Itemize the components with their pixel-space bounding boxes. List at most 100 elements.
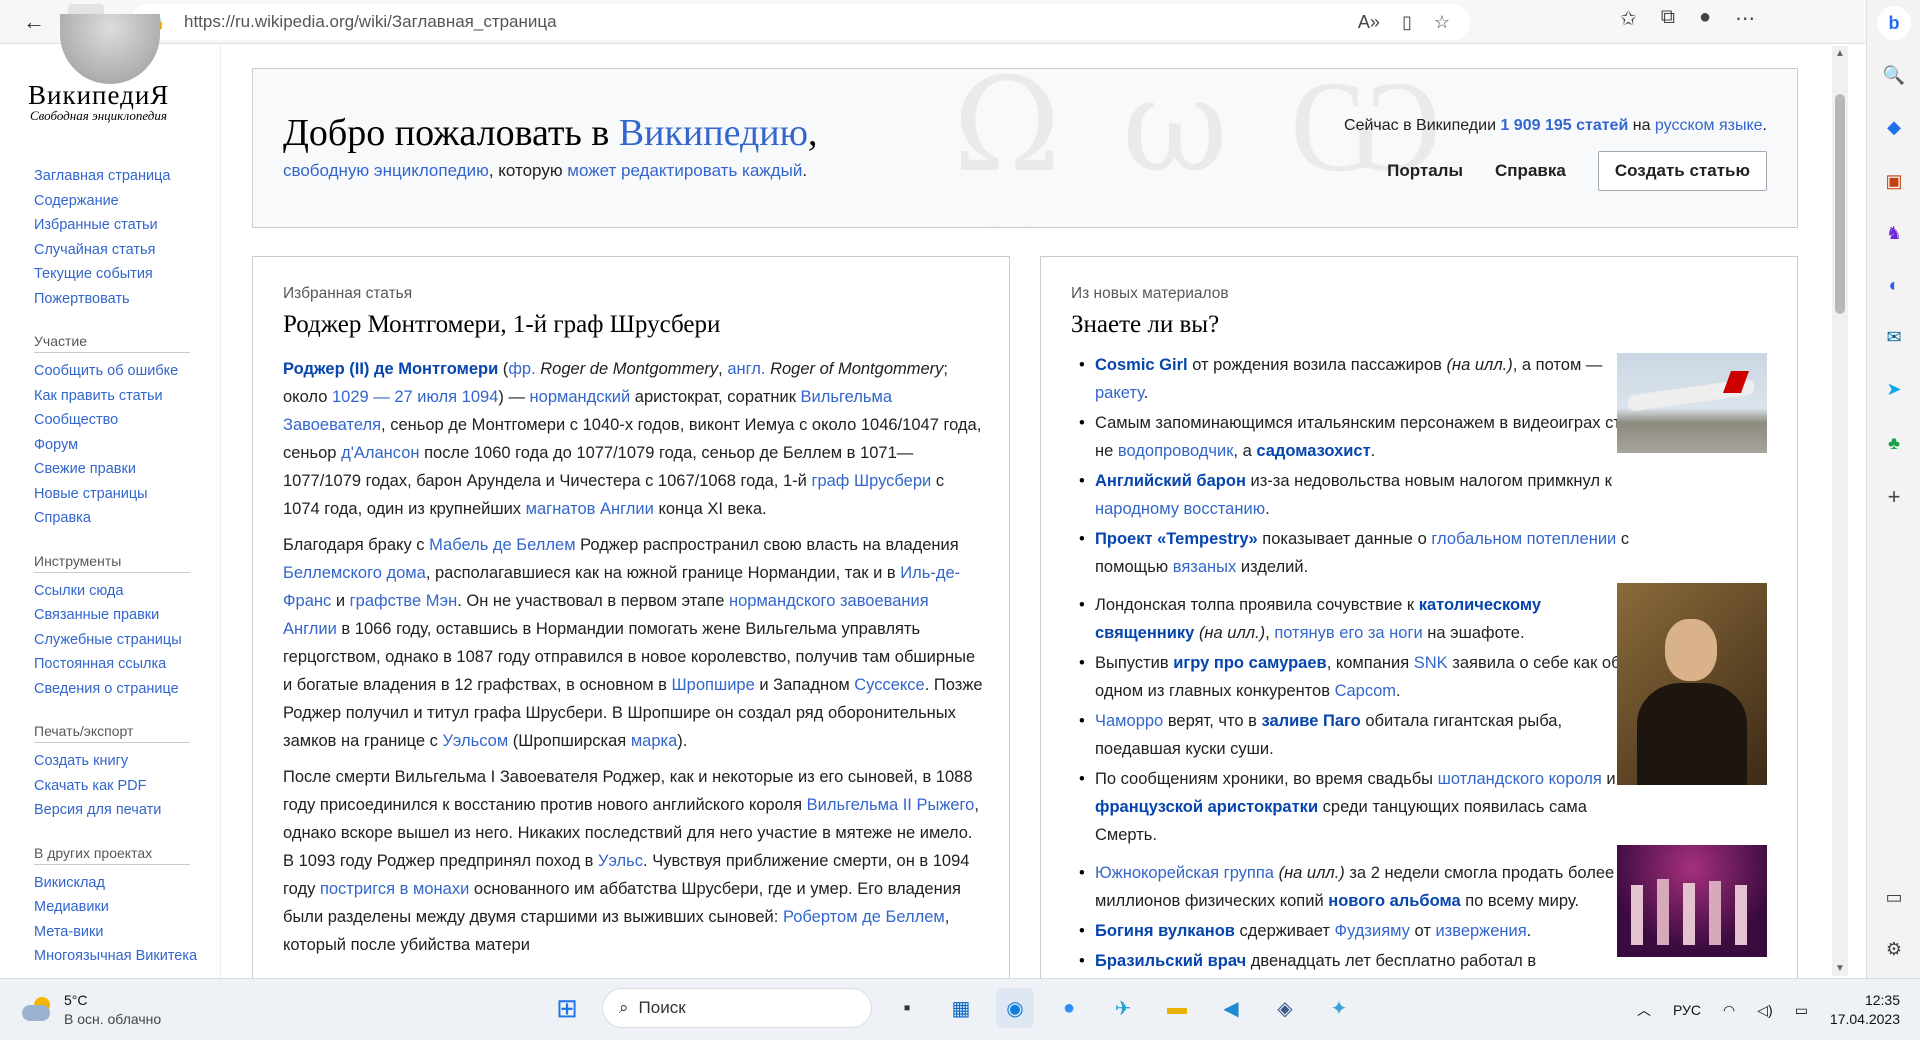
sidebar-item-create-book[interactable]: Создать книгу bbox=[34, 749, 204, 774]
file-explorer-icon[interactable]: ▬ bbox=[1158, 988, 1196, 1028]
sidebar-item-printable[interactable]: Версия для печати bbox=[34, 798, 204, 823]
create-article-button[interactable]: Создать статью bbox=[1597, 151, 1767, 191]
send-icon[interactable]: ➤ bbox=[1881, 376, 1907, 402]
add-icon[interactable]: + bbox=[1881, 484, 1907, 510]
shopping-icon[interactable]: ◆ bbox=[1881, 114, 1907, 140]
wiki-link[interactable]: граф Шрусбери bbox=[811, 472, 931, 490]
sidebar-item-community[interactable]: Сообщество bbox=[34, 408, 204, 433]
clock[interactable]: 12:35 17.04.2023 bbox=[1830, 991, 1900, 1029]
taskbar-search[interactable]: ⌕ Поиск bbox=[602, 988, 872, 1028]
games-icon[interactable]: ♞ bbox=[1881, 220, 1907, 246]
wifi-icon[interactable]: ◠ bbox=[1723, 1002, 1735, 1019]
url-text[interactable]: https://ru.wikipedia.org/wiki/Заглавная_… bbox=[184, 12, 557, 32]
airplane-image[interactable] bbox=[1617, 353, 1767, 453]
sidebar-item-special-pages[interactable]: Служебные страницы bbox=[34, 628, 204, 653]
store-icon[interactable]: ▦ bbox=[942, 988, 980, 1028]
free-encyclopedia-link[interactable]: свободную энциклопедию bbox=[283, 161, 489, 180]
article-count-link[interactable]: 1 909 195 статей bbox=[1500, 117, 1628, 134]
sidebar-item-contents[interactable]: Содержание bbox=[34, 189, 204, 214]
date-link[interactable]: 1029 — 27 июля 1094 bbox=[332, 388, 498, 406]
read-aloud-icon[interactable]: A» bbox=[1358, 12, 1380, 33]
sidebar-item-main-page[interactable]: Заглавная страница bbox=[34, 164, 204, 189]
article-link[interactable]: Роджер (II) де Монтгомери bbox=[283, 360, 498, 378]
sidebar-item-download-pdf[interactable]: Скачать как PDF bbox=[34, 774, 204, 799]
immersive-reader-icon[interactable]: ▯ bbox=[1402, 12, 1412, 33]
add-favorite-icon[interactable]: ☆ bbox=[1434, 12, 1450, 33]
wiki-link[interactable]: магнатов Англии bbox=[526, 500, 654, 518]
wiki-link[interactable]: Уэльсом bbox=[442, 732, 508, 750]
weather-widget[interactable]: 5°C В осн. облачно bbox=[20, 991, 161, 1029]
collections-icon[interactable]: ⧉ bbox=[1661, 6, 1675, 31]
wiki-link[interactable]: нормандский bbox=[530, 388, 631, 406]
sidebar-item-report-error[interactable]: Сообщить об ошибке bbox=[34, 359, 204, 384]
sidebar-item-mediawiki[interactable]: Медиавики bbox=[34, 895, 204, 920]
search-icon[interactable]: 🔍 bbox=[1881, 62, 1907, 88]
anyone-can-edit-link[interactable]: может редактировать каждый bbox=[567, 161, 802, 180]
back-icon[interactable]: ← bbox=[16, 4, 52, 40]
sidebar-item-page-info[interactable]: Сведения о странице bbox=[34, 677, 204, 702]
sidebar-item-how-to-edit[interactable]: Как править статьи bbox=[34, 384, 204, 409]
virtualbox-icon[interactable]: ◈ bbox=[1266, 988, 1304, 1028]
wiki-link[interactable]: д'Алансон bbox=[341, 444, 419, 462]
sidebar-heading-print[interactable]: Печать/экспорт bbox=[34, 719, 190, 743]
telegram-icon[interactable]: ✈ bbox=[1104, 988, 1142, 1028]
outlook-icon[interactable]: ✉ bbox=[1881, 324, 1907, 350]
scroll-up-icon[interactable]: ▲ bbox=[1835, 48, 1845, 59]
sidebar-toggle-icon[interactable]: ▭ bbox=[1881, 884, 1907, 910]
kpop-group-image[interactable] bbox=[1617, 845, 1767, 957]
priest-portrait-image[interactable] bbox=[1617, 583, 1767, 785]
welcome-wikipedia-link[interactable]: Википедию bbox=[619, 112, 808, 154]
chevron-up-icon[interactable]: ︿ bbox=[1637, 1000, 1651, 1020]
sidebar-item-permanent-link[interactable]: Постоянная ссылка bbox=[34, 652, 204, 677]
logo-title[interactable]: ВикипедиЯ bbox=[28, 80, 169, 111]
edge-icon[interactable]: ◉ bbox=[996, 988, 1034, 1028]
volume-icon[interactable]: ◁) bbox=[1757, 1002, 1772, 1019]
portals-link[interactable]: Порталы bbox=[1387, 161, 1463, 181]
tools-icon[interactable]: ▣ bbox=[1881, 168, 1907, 194]
sidebar-item-help[interactable]: Справка bbox=[34, 506, 204, 531]
sidebar-heading-participation[interactable]: Участие bbox=[34, 329, 190, 353]
app-icon[interactable]: ✦ bbox=[1320, 988, 1358, 1028]
office-icon[interactable]: ◐ bbox=[1881, 272, 1907, 298]
wiki-link[interactable]: графстве Мэн bbox=[350, 592, 458, 610]
language-indicator[interactable]: РУС bbox=[1673, 1002, 1701, 1018]
scroll-down-icon[interactable]: ▼ bbox=[1835, 963, 1845, 974]
sidebar-item-current-events[interactable]: Текущие события bbox=[34, 262, 204, 287]
task-view-icon[interactable]: ▪ bbox=[888, 988, 926, 1028]
vscode-icon[interactable]: ◀ bbox=[1212, 988, 1250, 1028]
sidebar-item-commons[interactable]: Викисклад bbox=[34, 871, 204, 896]
start-icon[interactable]: ⊞ bbox=[548, 988, 586, 1028]
sidebar-heading-tools[interactable]: Инструменты bbox=[34, 549, 190, 573]
tree-icon[interactable]: ♣ bbox=[1881, 430, 1907, 456]
wiki-link[interactable]: Мабель де Беллем bbox=[429, 536, 575, 554]
language-link[interactable]: русском языке bbox=[1655, 117, 1763, 134]
sidebar-item-random[interactable]: Случайная статья bbox=[34, 238, 204, 263]
scroll-thumb[interactable] bbox=[1835, 94, 1845, 314]
sidebar-item-recent-changes[interactable]: Свежие правки bbox=[34, 457, 204, 482]
wiki-link[interactable]: Робертом де Беллем bbox=[783, 908, 945, 926]
lang-link[interactable]: фр. bbox=[508, 360, 535, 378]
bing-icon[interactable]: b bbox=[1877, 6, 1911, 40]
favorites-icon[interactable]: ✩ bbox=[1620, 6, 1637, 31]
wiki-link[interactable]: марка bbox=[631, 732, 677, 750]
help-link[interactable]: Справка bbox=[1495, 161, 1566, 181]
lang-link[interactable]: англ. bbox=[727, 360, 765, 378]
zoom-icon[interactable]: ● bbox=[1050, 988, 1088, 1028]
sidebar-item-featured[interactable]: Избранные статьи bbox=[34, 213, 204, 238]
sidebar-item-donate[interactable]: Пожертвовать bbox=[34, 287, 204, 312]
sidebar-item-new-pages[interactable]: Новые страницы bbox=[34, 482, 204, 507]
wiki-link[interactable]: Беллемского дома bbox=[283, 564, 426, 582]
sidebar-item-related-changes[interactable]: Связанные правки bbox=[34, 603, 204, 628]
wiki-link[interactable]: Суссексе bbox=[854, 676, 925, 694]
sidebar-item-what-links-here[interactable]: Ссылки сюда bbox=[34, 579, 204, 604]
sidebar-heading-projects[interactable]: В других проектах bbox=[34, 841, 190, 865]
address-bar[interactable]: 🔒 https://ru.wikipedia.org/wiki/Заглавна… bbox=[130, 4, 1470, 40]
wiki-link[interactable]: постригся в монахи bbox=[320, 880, 469, 898]
page-scrollbar[interactable]: ▲ ▼ bbox=[1832, 46, 1848, 976]
wiki-link[interactable]: Вильгельма II Рыжего bbox=[807, 796, 975, 814]
profile-icon[interactable]: ● bbox=[1699, 6, 1711, 31]
sidebar-item-wikisource[interactable]: Многоязычная Викитека bbox=[34, 944, 204, 965]
wiki-link[interactable]: Уэльс bbox=[598, 852, 643, 870]
more-icon[interactable]: ⋯ bbox=[1735, 6, 1755, 31]
wiki-link[interactable]: Шропшире bbox=[672, 676, 755, 694]
